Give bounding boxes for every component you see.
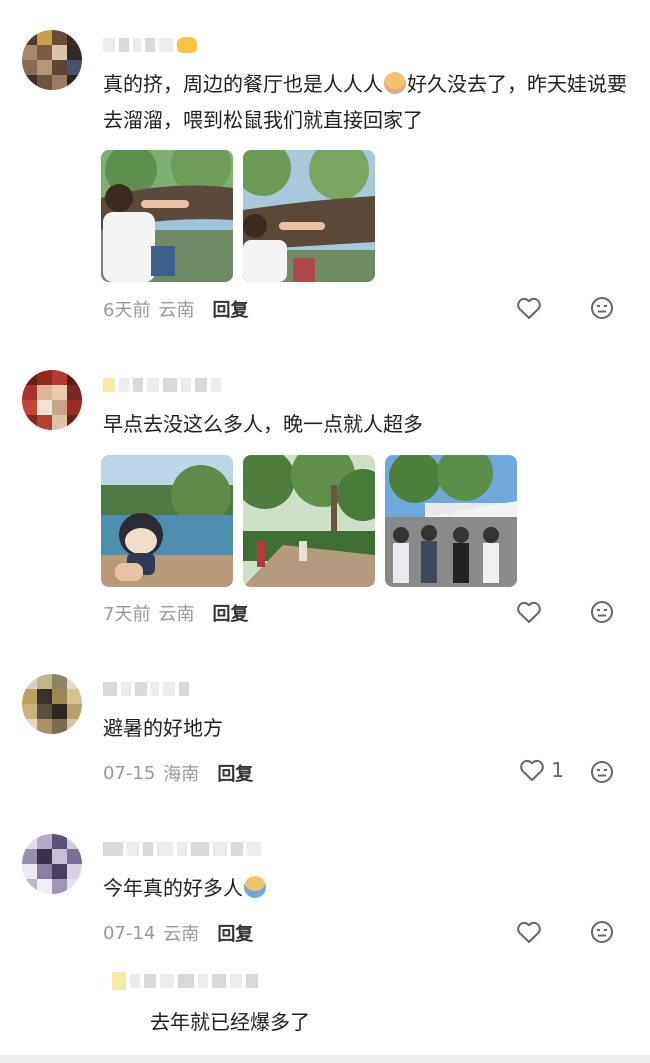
- heart-outline-icon: [517, 921, 541, 943]
- comment-location: 云南: [158, 300, 195, 321]
- photo-grid: [101, 455, 517, 587]
- like-button[interactable]: [516, 296, 548, 320]
- bottom-divider: [0, 1055, 650, 1063]
- dislike-button[interactable]: [590, 760, 614, 788]
- dislike-button[interactable]: [590, 296, 614, 324]
- sub-reply-text: 去年就已经爆多了: [150, 1010, 310, 1034]
- username[interactable]: [103, 374, 221, 396]
- username[interactable]: [103, 838, 261, 860]
- comment-time: 7天前: [103, 604, 151, 625]
- neutral-face-icon: [591, 601, 613, 623]
- cute-face-emoji-icon: [384, 72, 406, 94]
- avatar[interactable]: [22, 30, 82, 90]
- comment-meta: 7天前 云南 回复: [103, 600, 248, 626]
- comment-meta: 07-15 海南 回复: [103, 760, 253, 786]
- comment-time: 6天前: [103, 300, 151, 321]
- comment-time: 07-14: [103, 922, 156, 944]
- username[interactable]: [103, 34, 197, 56]
- reply-button[interactable]: 回复: [212, 600, 248, 626]
- heart-outline-icon: [517, 601, 541, 623]
- reply-button[interactable]: 回复: [212, 296, 248, 322]
- avatar[interactable]: [22, 834, 82, 894]
- comment-location: 海南: [163, 764, 200, 785]
- comment-location: 云南: [158, 604, 195, 625]
- comment-text: 真的挤，周边的餐厅也是人人人 好久没去了，昨天娃说要去溜溜，喂到松鼠我们就直接回家…: [103, 72, 627, 132]
- photo-thumbnail[interactable]: [101, 455, 233, 587]
- comment-time: 07-15: [103, 762, 156, 784]
- comment-text: 早点去没这么多人，晚一点就人超多: [103, 412, 423, 436]
- comment-text: 今年真的好多人: [103, 870, 630, 906]
- neutral-face-icon: [591, 297, 613, 319]
- comment-meta: 6天前 云南 回复: [103, 296, 248, 322]
- photo-grid: [101, 150, 375, 282]
- photo-thumbnail[interactable]: [243, 150, 375, 282]
- like-button[interactable]: 1: [519, 758, 564, 782]
- dislike-button[interactable]: [590, 920, 614, 948]
- like-button[interactable]: [516, 600, 548, 624]
- heart-outline-icon: [520, 759, 545, 781]
- photo-thumbnail[interactable]: [243, 455, 375, 587]
- neutral-face-icon: [591, 921, 613, 943]
- comment-location: 云南: [163, 924, 200, 945]
- like-button[interactable]: [516, 920, 548, 944]
- avatar[interactable]: [22, 674, 82, 734]
- dislike-button[interactable]: [590, 600, 614, 628]
- photo-thumbnail[interactable]: [101, 150, 233, 282]
- neutral-face-icon: [591, 761, 613, 783]
- sweating-face-emoji-icon: [244, 876, 266, 898]
- heart-outline-icon: [517, 297, 541, 319]
- reply-button[interactable]: 回复: [217, 920, 253, 946]
- comment-meta: 07-14 云南 回复: [103, 920, 253, 946]
- sub-reply-username[interactable]: [112, 970, 258, 992]
- avatar[interactable]: [22, 370, 82, 430]
- username[interactable]: [103, 678, 189, 700]
- like-count: 1: [551, 758, 564, 782]
- duck-emoji-icon: [177, 37, 197, 53]
- photo-thumbnail[interactable]: [385, 455, 517, 587]
- reply-button[interactable]: 回复: [217, 760, 253, 786]
- comment-text: 避暑的好地方: [103, 716, 223, 740]
